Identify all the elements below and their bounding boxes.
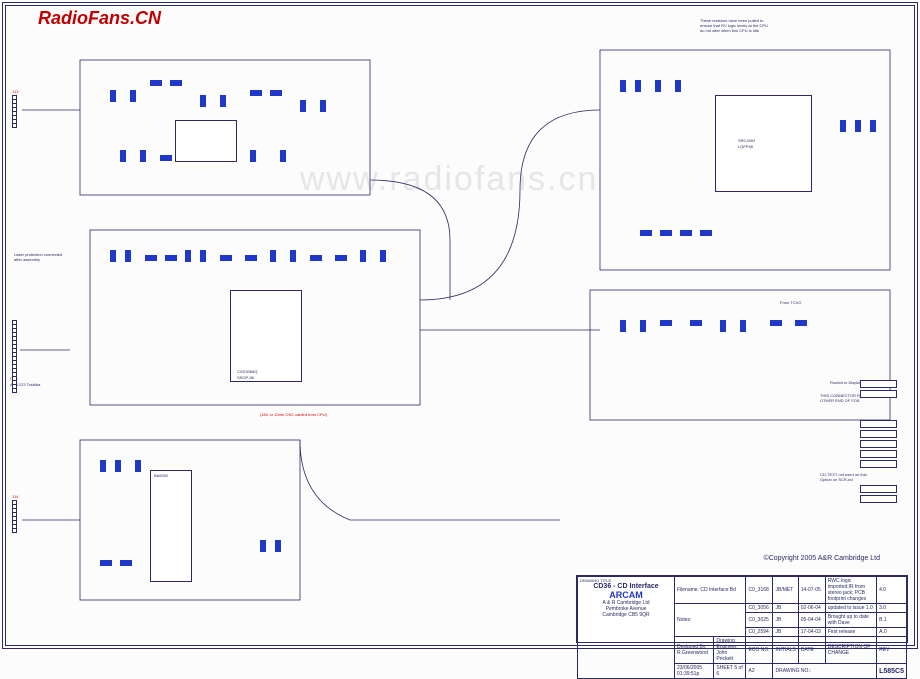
note-top-resistors: These resistors have been pulled to ensu… <box>700 18 770 33</box>
tb-notes-label: Notes: <box>677 617 691 623</box>
offsheet-port <box>860 450 897 458</box>
connector-pin <box>12 123 17 128</box>
col-desc: DESCRIPTION OF CHANGE <box>825 637 876 664</box>
tb-company: ARCAM <box>580 590 672 600</box>
title-block: DRAWING TITLE CD36 - CD Interface ARCAM … <box>576 575 908 643</box>
rev-eco-2: C0_3025 <box>746 613 773 628</box>
tb-sheet: 5 <box>734 665 737 671</box>
tb-size: A2 <box>746 664 773 679</box>
col-rev: REV <box>877 637 907 664</box>
offsheet-port <box>860 380 897 388</box>
rev-date-0: 14-07-05 <box>798 577 825 604</box>
connector-pin <box>12 388 17 393</box>
rev-desc-2: Brought up to date with Dave <box>825 613 876 628</box>
col-init: INITIALS <box>773 637 798 664</box>
offsheet-port <box>860 440 897 448</box>
rev-v-1: 3.0 <box>877 604 907 613</box>
j14-ref: J14 <box>12 494 18 499</box>
tb-of: 6 <box>716 671 719 677</box>
site-logo: RadioFans.CN <box>38 8 161 29</box>
rev-desc-1: updated to issue 1.0 <box>825 604 876 613</box>
rev-eco-0: C0_3168 <box>746 577 773 604</box>
rev-by-1: JB <box>773 604 798 613</box>
ic-u14: SRC4392 LQFP48 <box>715 95 812 192</box>
rev-by-3: JB <box>773 628 798 637</box>
rev-by-2: JB <box>773 613 798 628</box>
ic-u9 <box>175 120 237 162</box>
note-tcxo: From TCXO <box>780 300 801 305</box>
rev-date-1: 02-06-04 <box>798 604 825 613</box>
rev-eco-1: C0_3056 <box>746 604 773 613</box>
ic-u14-part: SRC4392 <box>738 138 755 143</box>
offsheet-port <box>860 430 897 438</box>
tb-filename: CD Interface Bd <box>700 587 736 593</box>
connector-pin <box>12 528 17 533</box>
tb-dno-label: DRAWING NO.: <box>775 668 811 674</box>
tb-dno: L585C5 <box>877 664 907 679</box>
rev-eco-3: C0_2594 <box>746 628 773 637</box>
offsheet-port <box>860 420 897 428</box>
rev-v-0: 4.0 <box>877 577 907 604</box>
col-date: DATE <box>798 637 825 664</box>
rev-desc-0: RWC logic imported;IR from stereo jack; … <box>825 577 876 604</box>
offsheet-port <box>860 390 897 398</box>
note-cdtxt: CD-TEXT not used on this. Option on SCR-… <box>820 472 880 482</box>
ic-u10: CXD3068Q SSOP-56 <box>230 290 302 382</box>
tb-filename-label: Filename: <box>677 587 699 593</box>
tb-drawing-title: CD36 - CD Interface <box>580 583 672 590</box>
tb-eng: John Prickett <box>716 650 733 662</box>
rev-v-3: A.0 <box>877 628 907 637</box>
tb-of-label: of <box>739 665 743 671</box>
col-eco: ECO NO. <box>746 637 773 664</box>
offsheet-port <box>860 460 897 468</box>
ic-u11: BA6392 <box>150 470 192 582</box>
copyright-text: ©Copyright 2005 A&R Cambridge Ltd <box>764 555 880 562</box>
offsheet-port <box>860 495 897 503</box>
tb-date: 23/06/2005 01:39:51p <box>675 664 714 679</box>
ic-u10-part: CXD3068Q <box>237 369 257 374</box>
rev-desc-3: First release <box>825 628 876 637</box>
rev-date-3: 17-04-03 <box>798 628 825 637</box>
note-laser: Laser protection connected after assembl… <box>14 252 64 262</box>
ic-u10-pkg: SSOP-56 <box>237 375 254 380</box>
tb-eng-label: Drawing Engineer: <box>716 638 737 650</box>
j13-ref: J13 <box>12 89 18 94</box>
rev-by-0: JB/MET <box>773 577 798 604</box>
note-spdif: (18V or 10nm OSC cabled from CPU) <box>260 412 327 417</box>
tb-addr-2: Cambridge CB5 9QR <box>602 612 649 618</box>
offsheet-port <box>860 485 897 493</box>
rev-v-2: B.1 <box>877 613 907 628</box>
ic-u11-part: BA6392 <box>154 473 168 478</box>
ic-u14-pkg: LQFP48 <box>738 144 753 149</box>
rev-date-2: 05-04-04 <box>798 613 825 628</box>
